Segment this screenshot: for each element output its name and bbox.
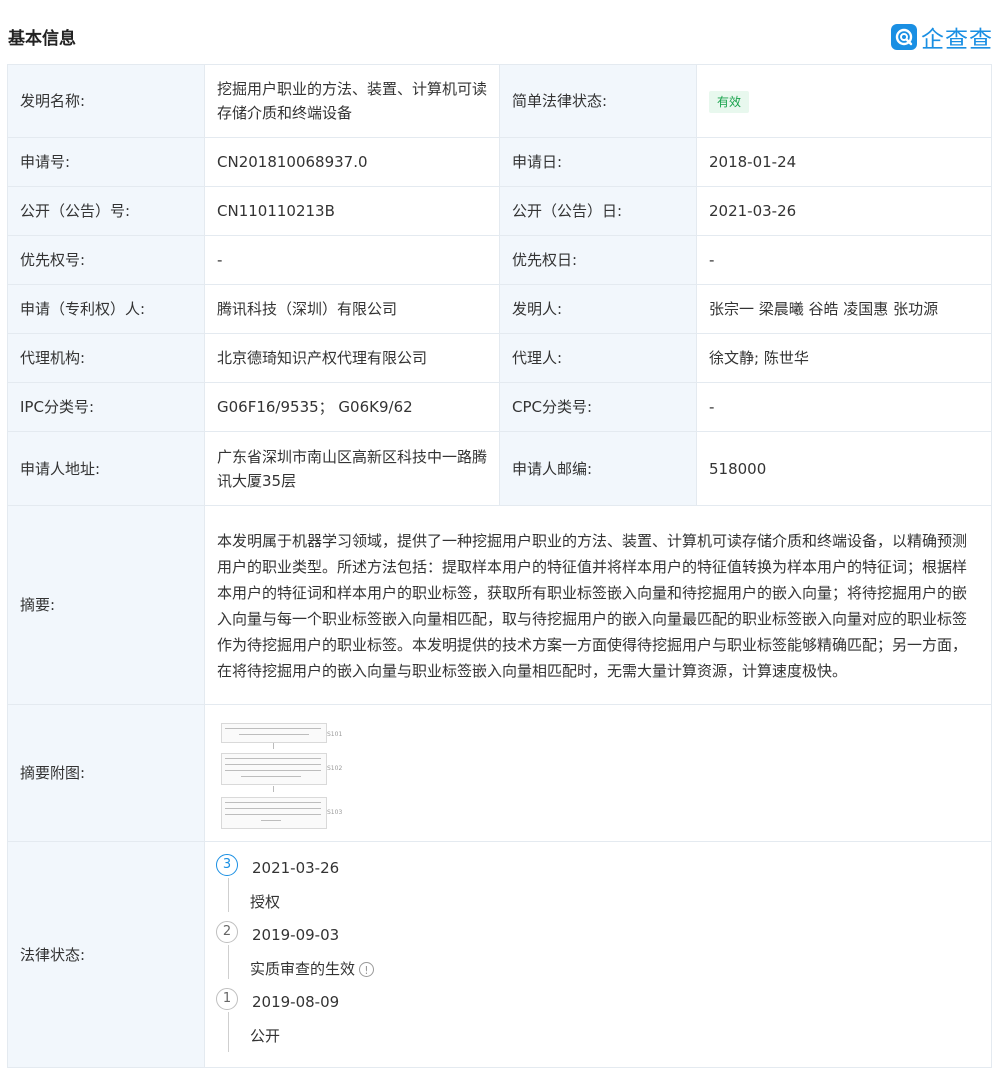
table-row: 摘要: 本发明属于机器学习领域，提供了一种挖掘用户职业的方法、装置、计算机可读存… xyxy=(7,505,992,705)
application-no-label: 申请号: xyxy=(7,137,205,187)
status-badge: 有效 xyxy=(709,91,750,113)
table-row: 发明名称: 挖掘用户职业的方法、装置、计算机可读存储介质和终端设备 简单法律状态… xyxy=(7,64,992,138)
timeline-date: 2019-08-09 xyxy=(252,993,340,1011)
table-row: 法律状态: 3 2021-03-26 授权 2 2019-09-03 实质审查的… xyxy=(7,841,992,1068)
table-row: 申请号: CN201810068937.0 申请日: 2018-01-24 xyxy=(7,137,992,187)
timeline-desc: 实质审查的生效 ! xyxy=(250,957,375,981)
ipc-label: IPC分类号: xyxy=(7,382,205,432)
info-icon[interactable]: ! xyxy=(359,961,375,977)
timeline-desc-text: 实质审查的生效 xyxy=(250,960,356,978)
qcc-logo-text: 企查查 xyxy=(921,27,993,53)
qcc-logo-icon xyxy=(891,24,917,50)
publication-no-label: 公开（公告）号: xyxy=(7,186,205,236)
timeline-desc: 公开 xyxy=(250,1024,280,1048)
timeline-step-circle: 1 xyxy=(216,988,238,1010)
publication-date-value: 2021-03-26 xyxy=(696,186,992,236)
timeline-desc-text: 公开 xyxy=(250,1027,281,1045)
applicant-label: 申请（专利权）人: xyxy=(7,284,205,334)
inventor-label: 发明人: xyxy=(499,284,697,334)
table-row: 申请人地址: 广东省深圳市南山区高新区科技中一路腾讯大厦35层 申请人邮编: 5… xyxy=(7,431,992,506)
cpc-label: CPC分类号: xyxy=(499,382,697,432)
table-row: 申请（专利权）人: 腾讯科技（深圳）有限公司 发明人: 张宗一 梁晨曦 谷皓 凌… xyxy=(7,284,992,334)
legal-status-label: 法律状态: xyxy=(7,841,205,1068)
timeline-desc-text: 授权 xyxy=(250,893,281,911)
invention-name-label: 发明名称: xyxy=(7,64,205,138)
application-no-value: CN201810068937.0 xyxy=(204,137,500,187)
legal-status-timeline: 3 2021-03-26 授权 2 2019-09-03 实质审查的生效 ! 1… xyxy=(205,842,991,1064)
timeline-desc: 授权 xyxy=(250,890,280,914)
address-label: 申请人地址: xyxy=(7,431,205,506)
agent-value: 徐文静; 陈世华 xyxy=(696,333,992,383)
invention-name-value: 挖掘用户职业的方法、装置、计算机可读存储介质和终端设备 xyxy=(204,64,500,138)
agent-label: 代理人: xyxy=(499,333,697,383)
agency-label: 代理机构: xyxy=(7,333,205,383)
applicant-link[interactable]: 腾讯科技（深圳）有限公司 xyxy=(204,284,500,334)
table-row: 优先权号: - 优先权日: - xyxy=(7,235,992,285)
simple-legal-status-label: 简单法律状态: xyxy=(499,64,697,138)
table-row: 摘要附图: S101 S102 S103 xyxy=(7,704,992,842)
abstract-label: 摘要: xyxy=(7,505,205,705)
table-row: 公开（公告）号: CN110110213B 公开（公告）日: 2021-03-2… xyxy=(7,186,992,236)
timeline-date: 2021-03-26 xyxy=(252,859,340,877)
application-date-value: 2018-01-24 xyxy=(696,137,992,187)
timeline-step-circle: 3 xyxy=(216,854,238,876)
abstract-figure-label: 摘要附图: xyxy=(7,704,205,842)
publication-no-value: CN110110213B xyxy=(204,186,500,236)
ipc-value: G06F16/9535； G06K9/62 xyxy=(204,382,500,432)
section-title: 基本信息 xyxy=(8,29,76,49)
table-row: 代理机构: 北京德琦知识产权代理有限公司 代理人: 徐文静; 陈世华 xyxy=(7,333,992,383)
priority-no-value: - xyxy=(204,235,500,285)
inventor-value: 张宗一 梁晨曦 谷皓 凌国惠 张功源 xyxy=(696,284,992,334)
agency-link[interactable]: 北京德琦知识产权代理有限公司 xyxy=(204,333,500,383)
abstract-text: 本发明属于机器学习领域，提供了一种挖掘用户职业的方法、装置、计算机可读存储介质和… xyxy=(204,505,992,705)
postcode-value: 518000 xyxy=(696,431,992,506)
timeline-step-circle: 2 xyxy=(216,921,238,943)
priority-date-value: - xyxy=(696,235,992,285)
application-date-label: 申请日: xyxy=(499,137,697,187)
publication-date-label: 公开（公告）日: xyxy=(499,186,697,236)
postcode-label: 申请人邮编: xyxy=(499,431,697,506)
priority-date-label: 优先权日: xyxy=(499,235,697,285)
table-row: IPC分类号: G06F16/9535； G06K9/62 CPC分类号: - xyxy=(7,382,992,432)
qcc-logo[interactable]: 企查查 xyxy=(891,20,993,54)
priority-no-label: 优先权号: xyxy=(7,235,205,285)
timeline-date: 2019-09-03 xyxy=(252,926,340,944)
address-value: 广东省深圳市南山区高新区科技中一路腾讯大厦35层 xyxy=(204,431,500,506)
cpc-value: - xyxy=(696,382,992,432)
abstract-figure-thumbnail[interactable]: S101 S102 S103 xyxy=(217,713,342,833)
section-header: 基本信息 企查查 xyxy=(0,0,1005,64)
patent-info-table: 发明名称: 挖掘用户职业的方法、装置、计算机可读存储介质和终端设备 简单法律状态… xyxy=(7,64,992,1068)
